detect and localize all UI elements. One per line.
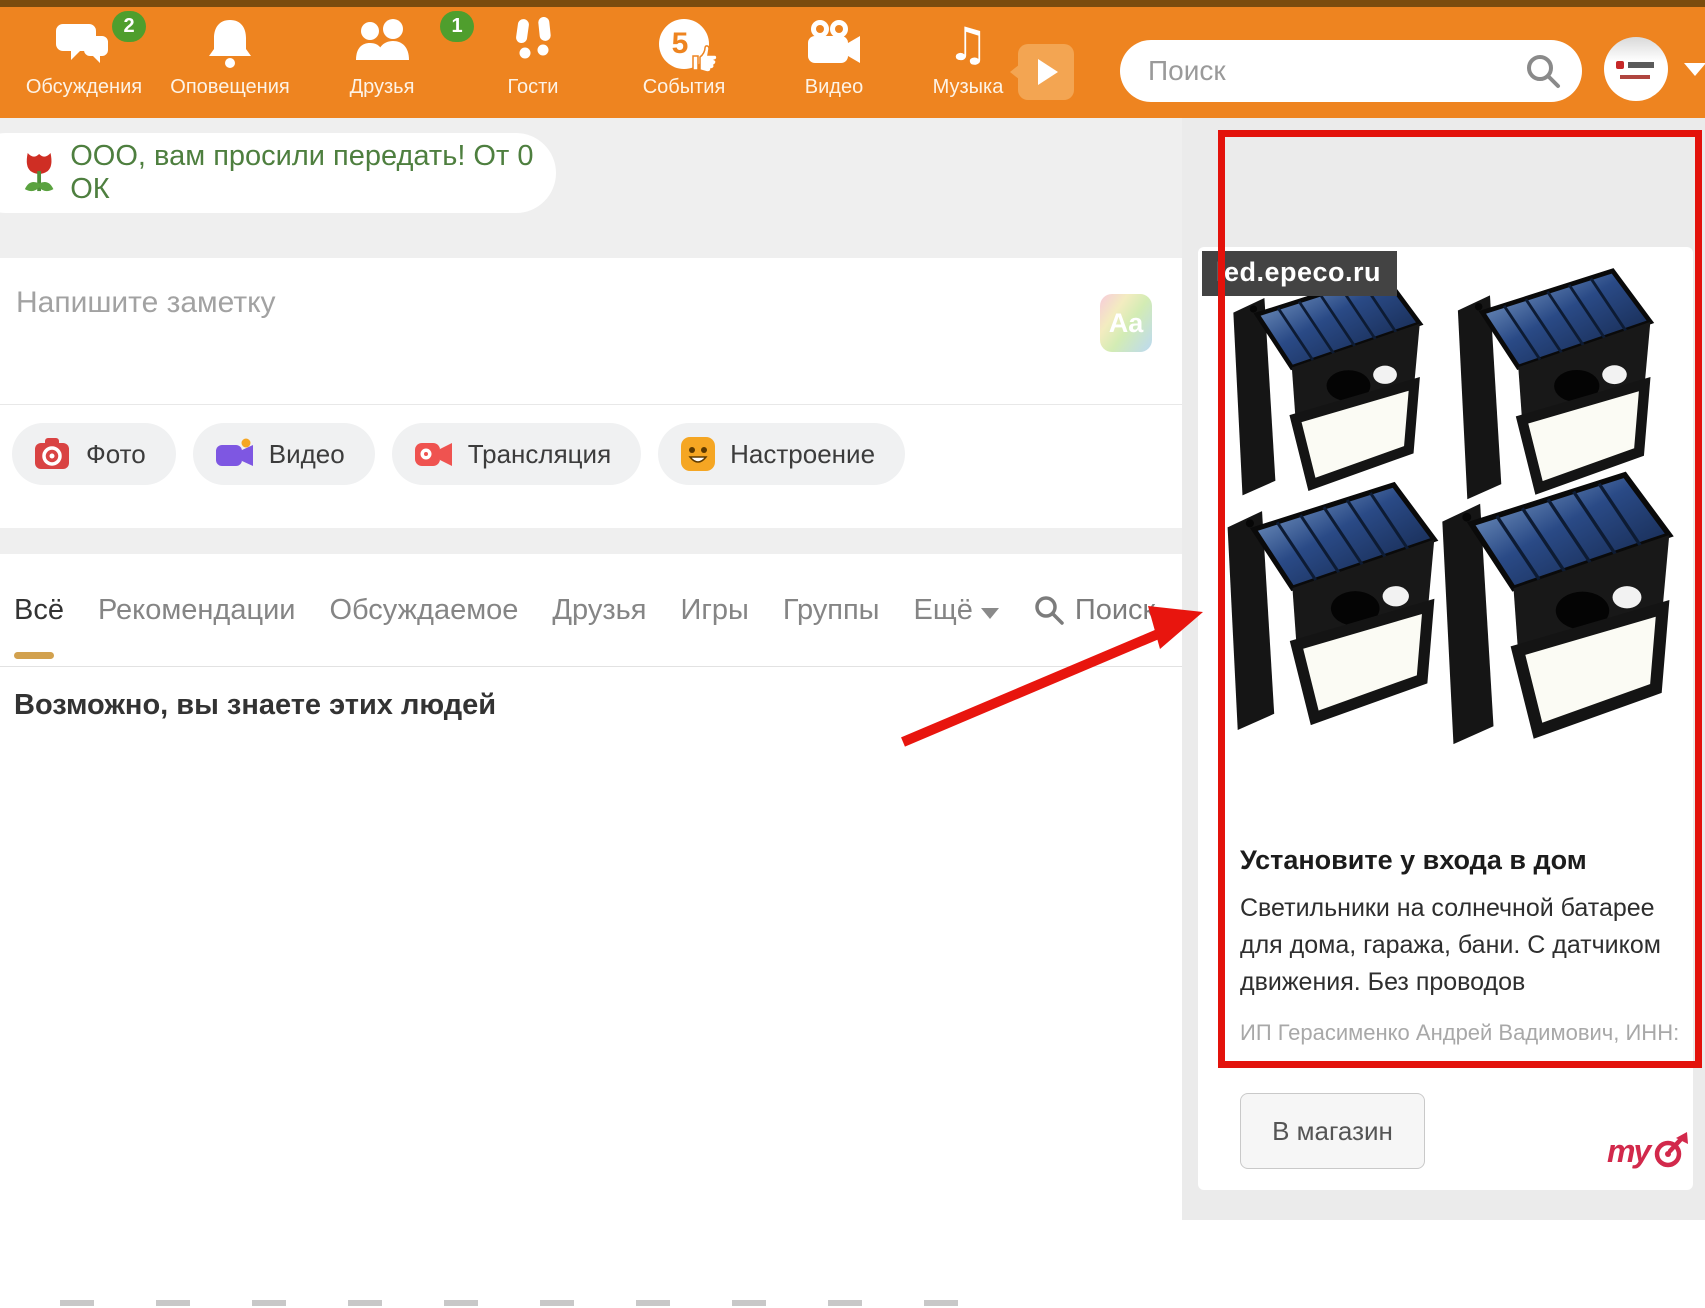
divider bbox=[0, 404, 1182, 405]
thumbs-up-icon bbox=[691, 43, 719, 73]
ad-product-image[interactable] bbox=[1224, 252, 1686, 838]
nav-item-friends[interactable]: 1 Друзья bbox=[302, 15, 462, 99]
avatar-logo-fragment bbox=[1620, 75, 1650, 79]
tab-more-label: Ещё bbox=[914, 594, 973, 626]
ad-description: Светильники на солнечной батарее для дом… bbox=[1240, 890, 1688, 1001]
user-avatar[interactable] bbox=[1604, 37, 1668, 101]
profile-menu-caret-icon[interactable] bbox=[1684, 63, 1705, 76]
tab-more[interactable]: Ещё bbox=[914, 594, 999, 627]
search-icon bbox=[1033, 594, 1065, 626]
tab-recommendations[interactable]: Рекомендации bbox=[98, 594, 295, 627]
avatar-logo-fragment bbox=[1616, 61, 1624, 69]
ad-advertiser-disclaimer: ИП Герасименко Андрей Вадимович, ИНН: 5 bbox=[1240, 1020, 1686, 1046]
nav-label: Обсуждения bbox=[4, 76, 164, 99]
smiley-icon bbox=[680, 436, 716, 472]
video-camcorder-icon bbox=[215, 436, 255, 472]
search-input[interactable] bbox=[1146, 54, 1524, 88]
nav-item-notifications[interactable]: Оповещения bbox=[150, 15, 310, 99]
events-count: 5 bbox=[672, 27, 689, 61]
miniplayer-widget[interactable] bbox=[1018, 44, 1074, 100]
ad-domain-label[interactable]: led.epeco.ru bbox=[1202, 251, 1397, 296]
window-top-edge bbox=[0, 0, 1705, 7]
discussions-badge: 2 bbox=[112, 11, 146, 42]
nav-item-events[interactable]: 5 События bbox=[604, 15, 764, 99]
pill-label: Настроение bbox=[730, 439, 875, 470]
friends-icon: 1 bbox=[302, 15, 462, 73]
bell-icon bbox=[150, 15, 310, 73]
tulip-icon bbox=[22, 148, 56, 198]
global-search bbox=[1120, 40, 1582, 102]
ad-network-logo[interactable]: my bbox=[1607, 1130, 1689, 1172]
video-button[interactable]: Видео bbox=[193, 423, 375, 485]
feed-search-label: Поиск bbox=[1075, 594, 1155, 627]
shop-cta-button[interactable]: В магазин bbox=[1240, 1093, 1425, 1169]
photo-button[interactable]: Фото bbox=[12, 423, 176, 485]
friends-badge: 1 bbox=[440, 11, 474, 42]
ad-title[interactable]: Установите у входа в дом bbox=[1240, 845, 1587, 876]
nav-item-guests[interactable]: Гости bbox=[453, 15, 613, 99]
people-you-may-know-heading: Возможно, вы знаете этих людей bbox=[14, 689, 496, 722]
gift-notification-banner[interactable]: ООО, вам просили передать! От 0 ОК bbox=[0, 133, 556, 213]
gift-banner-strip: ООО, вам просили передать! От 0 ОК bbox=[0, 118, 1182, 258]
nav-label: Оповещения bbox=[150, 76, 310, 99]
miniplayer-notch bbox=[1010, 64, 1020, 80]
broadcast-camera-icon bbox=[414, 436, 454, 472]
tab-groups[interactable]: Группы bbox=[783, 594, 880, 627]
feed-tabs: Всё Рекомендации Обсуждаемое Друзья Игры… bbox=[0, 554, 1182, 667]
gift-banner-text: ООО, вам просили передать! От 0 ОК bbox=[70, 140, 556, 206]
note-input-placeholder[interactable]: Напишите заметку bbox=[16, 286, 276, 320]
live-stream-button[interactable]: Трансляция bbox=[392, 423, 641, 485]
nav-label: Гости bbox=[453, 76, 613, 99]
note-composer-card: Напишите заметку Aa Фото Видео bbox=[0, 258, 1182, 528]
nav-label: События bbox=[604, 76, 764, 99]
tab-games[interactable]: Игры bbox=[680, 594, 748, 627]
search-icon[interactable] bbox=[1524, 52, 1562, 90]
chat-bubbles-icon: 2 bbox=[4, 15, 164, 73]
nav-item-discussions[interactable]: 2 Обсуждения bbox=[4, 15, 164, 99]
mood-button[interactable]: Настроение bbox=[658, 423, 905, 485]
cutoff-bottom-content bbox=[60, 1300, 980, 1306]
feed-card: Возможно, вы знаете этих людей bbox=[0, 667, 1182, 1308]
pill-label: Трансляция bbox=[468, 439, 611, 470]
tab-all[interactable]: Всё bbox=[14, 594, 64, 627]
avatar-logo-fragment bbox=[1628, 62, 1654, 68]
mytarget-my-text: my bbox=[1607, 1133, 1649, 1170]
photo-camera-icon bbox=[34, 437, 72, 471]
section-gap bbox=[0, 528, 1182, 554]
footprints-icon bbox=[453, 15, 613, 73]
play-icon bbox=[1038, 59, 1058, 85]
feed-search-button[interactable]: Поиск bbox=[1033, 594, 1155, 627]
events-count-icon: 5 bbox=[604, 15, 764, 73]
mytarget-target-icon bbox=[1649, 1130, 1689, 1172]
top-navigation-bar: 2 Обсуждения Оповещения 1 Друзья bbox=[0, 7, 1705, 118]
pill-label: Видео bbox=[269, 439, 345, 470]
composer-actions: Фото Видео Трансляция bbox=[12, 423, 905, 485]
pill-label: Фото bbox=[86, 439, 146, 470]
chevron-down-icon bbox=[981, 608, 999, 619]
nav-label: Друзья bbox=[302, 76, 462, 99]
tab-discussed[interactable]: Обсуждаемое bbox=[329, 594, 518, 627]
tab-friends[interactable]: Друзья bbox=[552, 594, 646, 627]
text-format-icon[interactable]: Aa bbox=[1100, 294, 1152, 352]
